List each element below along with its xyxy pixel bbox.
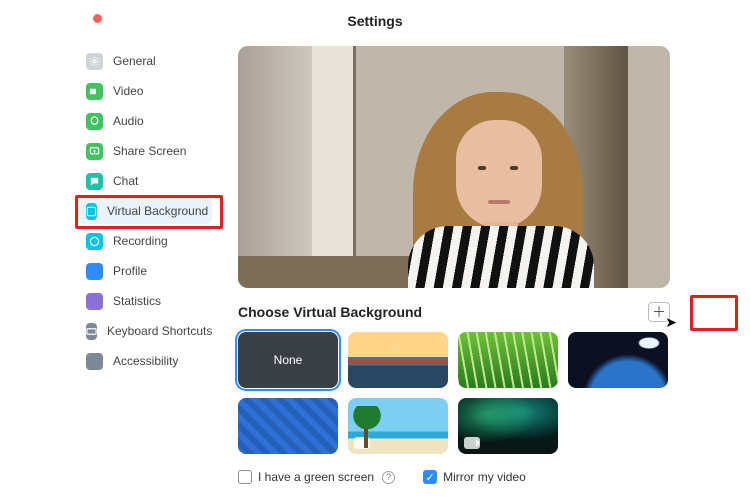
checkbox-icon [238,470,252,484]
recording-icon [86,233,103,250]
keyboard-icon [86,323,97,340]
accessibility-icon [86,353,103,370]
sidebar-item-label: General [113,54,156,68]
sidebar-item-keyboard-shortcuts[interactable]: Keyboard Shortcuts [78,318,212,344]
mirror-video-label: Mirror my video [443,470,526,484]
section-title: Choose Virtual Background [238,304,422,320]
sidebar-item-recording[interactable]: Recording [78,228,212,254]
sidebar-item-label: Virtual Background [107,204,208,218]
add-background-button[interactable]: ＋ ➤ [648,302,670,322]
video-preview [238,46,670,288]
sidebar-item-video[interactable]: Video [78,78,212,104]
background-thumb-earth[interactable] [568,332,668,388]
profile-icon [86,263,103,280]
sidebar-item-label: Profile [113,264,147,278]
settings-main: Choose Virtual Background ＋ ➤ None I hav… [220,34,750,500]
green-screen-label: I have a green screen [258,470,374,484]
video-badge-icon [354,437,370,449]
chat-icon [86,173,103,190]
sidebar-item-label: Accessibility [113,354,178,368]
sidebar-item-label: Video [113,84,143,98]
vb-icon [86,203,97,220]
stats-icon [86,293,103,310]
sidebar-item-label: Statistics [113,294,161,308]
video-icon [86,83,103,100]
background-thumb-None[interactable]: None [238,332,338,388]
sidebar-item-virtual-background[interactable]: Virtual Background [78,198,212,224]
sidebar-item-label: Keyboard Shortcuts [107,324,212,338]
mouse-cursor-icon: ➤ [665,314,677,331]
mirror-video-checkbox[interactable]: ✓ Mirror my video [423,470,526,484]
close-window-icon[interactable] [93,14,102,23]
video-badge-icon [464,437,480,449]
green-screen-checkbox[interactable]: I have a green screen ? [238,470,395,484]
background-thumbnails: None [238,332,678,454]
sidebar-item-label: Audio [113,114,144,128]
gear-icon [86,53,103,70]
annotation-highlight-add [690,295,738,331]
sidebar-item-label: Share Screen [113,144,186,158]
sidebar-item-general[interactable]: General [78,48,212,74]
background-thumb-grass[interactable] [458,332,558,388]
sidebar-item-profile[interactable]: Profile [78,258,212,284]
sidebar-item-share-screen[interactable]: Share Screen [78,138,212,164]
checkbox-icon: ✓ [423,470,437,484]
thumb-label: None [274,353,303,367]
background-thumb-beach[interactable] [348,398,448,454]
help-icon[interactable]: ? [382,471,395,484]
background-thumb-bridge[interactable] [348,332,448,388]
background-thumb-aurora[interactable] [458,398,558,454]
plus-icon: ＋ [652,302,666,322]
sidebar-item-label: Recording [113,234,168,248]
share-icon [86,143,103,160]
sidebar-item-chat[interactable]: Chat [78,168,212,194]
sidebar-item-statistics[interactable]: Statistics [78,288,212,314]
background-thumb-blue[interactable] [238,398,338,454]
sidebar-item-label: Chat [113,174,138,188]
audio-icon [86,113,103,130]
settings-sidebar: General Video Audio Share Screen Chat Virtual… [0,34,220,500]
window-title: Settings [0,5,750,29]
sidebar-item-audio[interactable]: Audio [78,108,212,134]
sidebar-item-accessibility[interactable]: Accessibility [78,348,212,374]
